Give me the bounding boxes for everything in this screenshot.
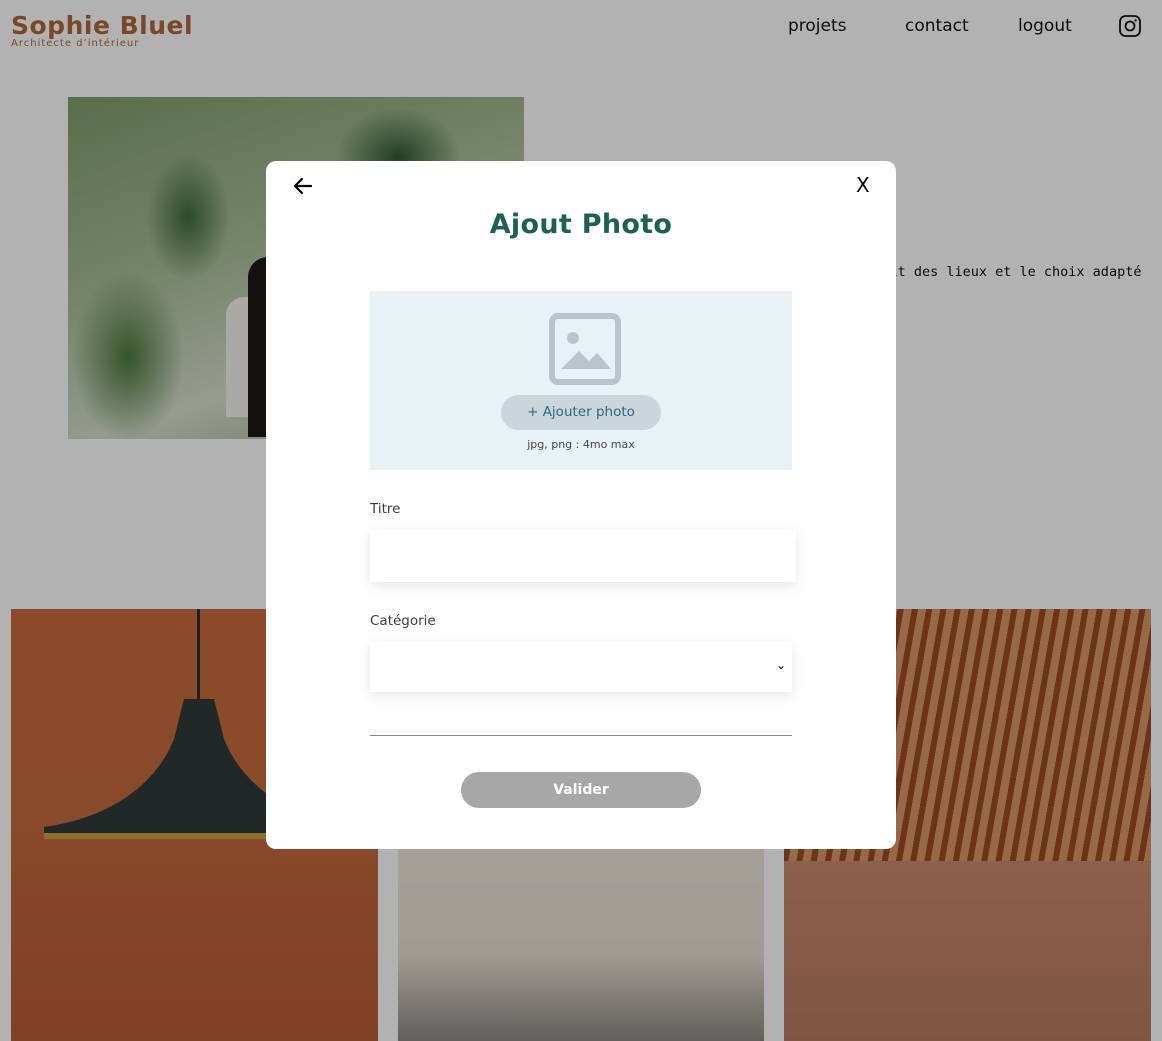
- title-input[interactable]: [370, 530, 796, 582]
- photo-upload-area: + Ajouter photo jpg, png : 4mo max: [370, 291, 792, 470]
- category-select[interactable]: ⌄: [370, 642, 792, 692]
- close-button[interactable]: X: [856, 174, 870, 196]
- arrow-left-icon[interactable]: [292, 175, 314, 197]
- upload-hint: jpg, png : 4mo max: [527, 438, 635, 451]
- add-photo-button[interactable]: + Ajouter photo: [501, 395, 661, 430]
- chevron-down-icon: ⌄: [775, 658, 786, 672]
- modal-title: Ajout Photo: [489, 209, 673, 240]
- image-placeholder-icon: [549, 313, 621, 385]
- title-label: Titre: [370, 501, 401, 517]
- category-label: Catégorie: [370, 613, 436, 629]
- submit-button[interactable]: Valider: [461, 772, 701, 808]
- divider: [370, 735, 792, 736]
- add-photo-modal: X Ajout Photo + Ajouter photo jpg, png :…: [266, 161, 896, 849]
